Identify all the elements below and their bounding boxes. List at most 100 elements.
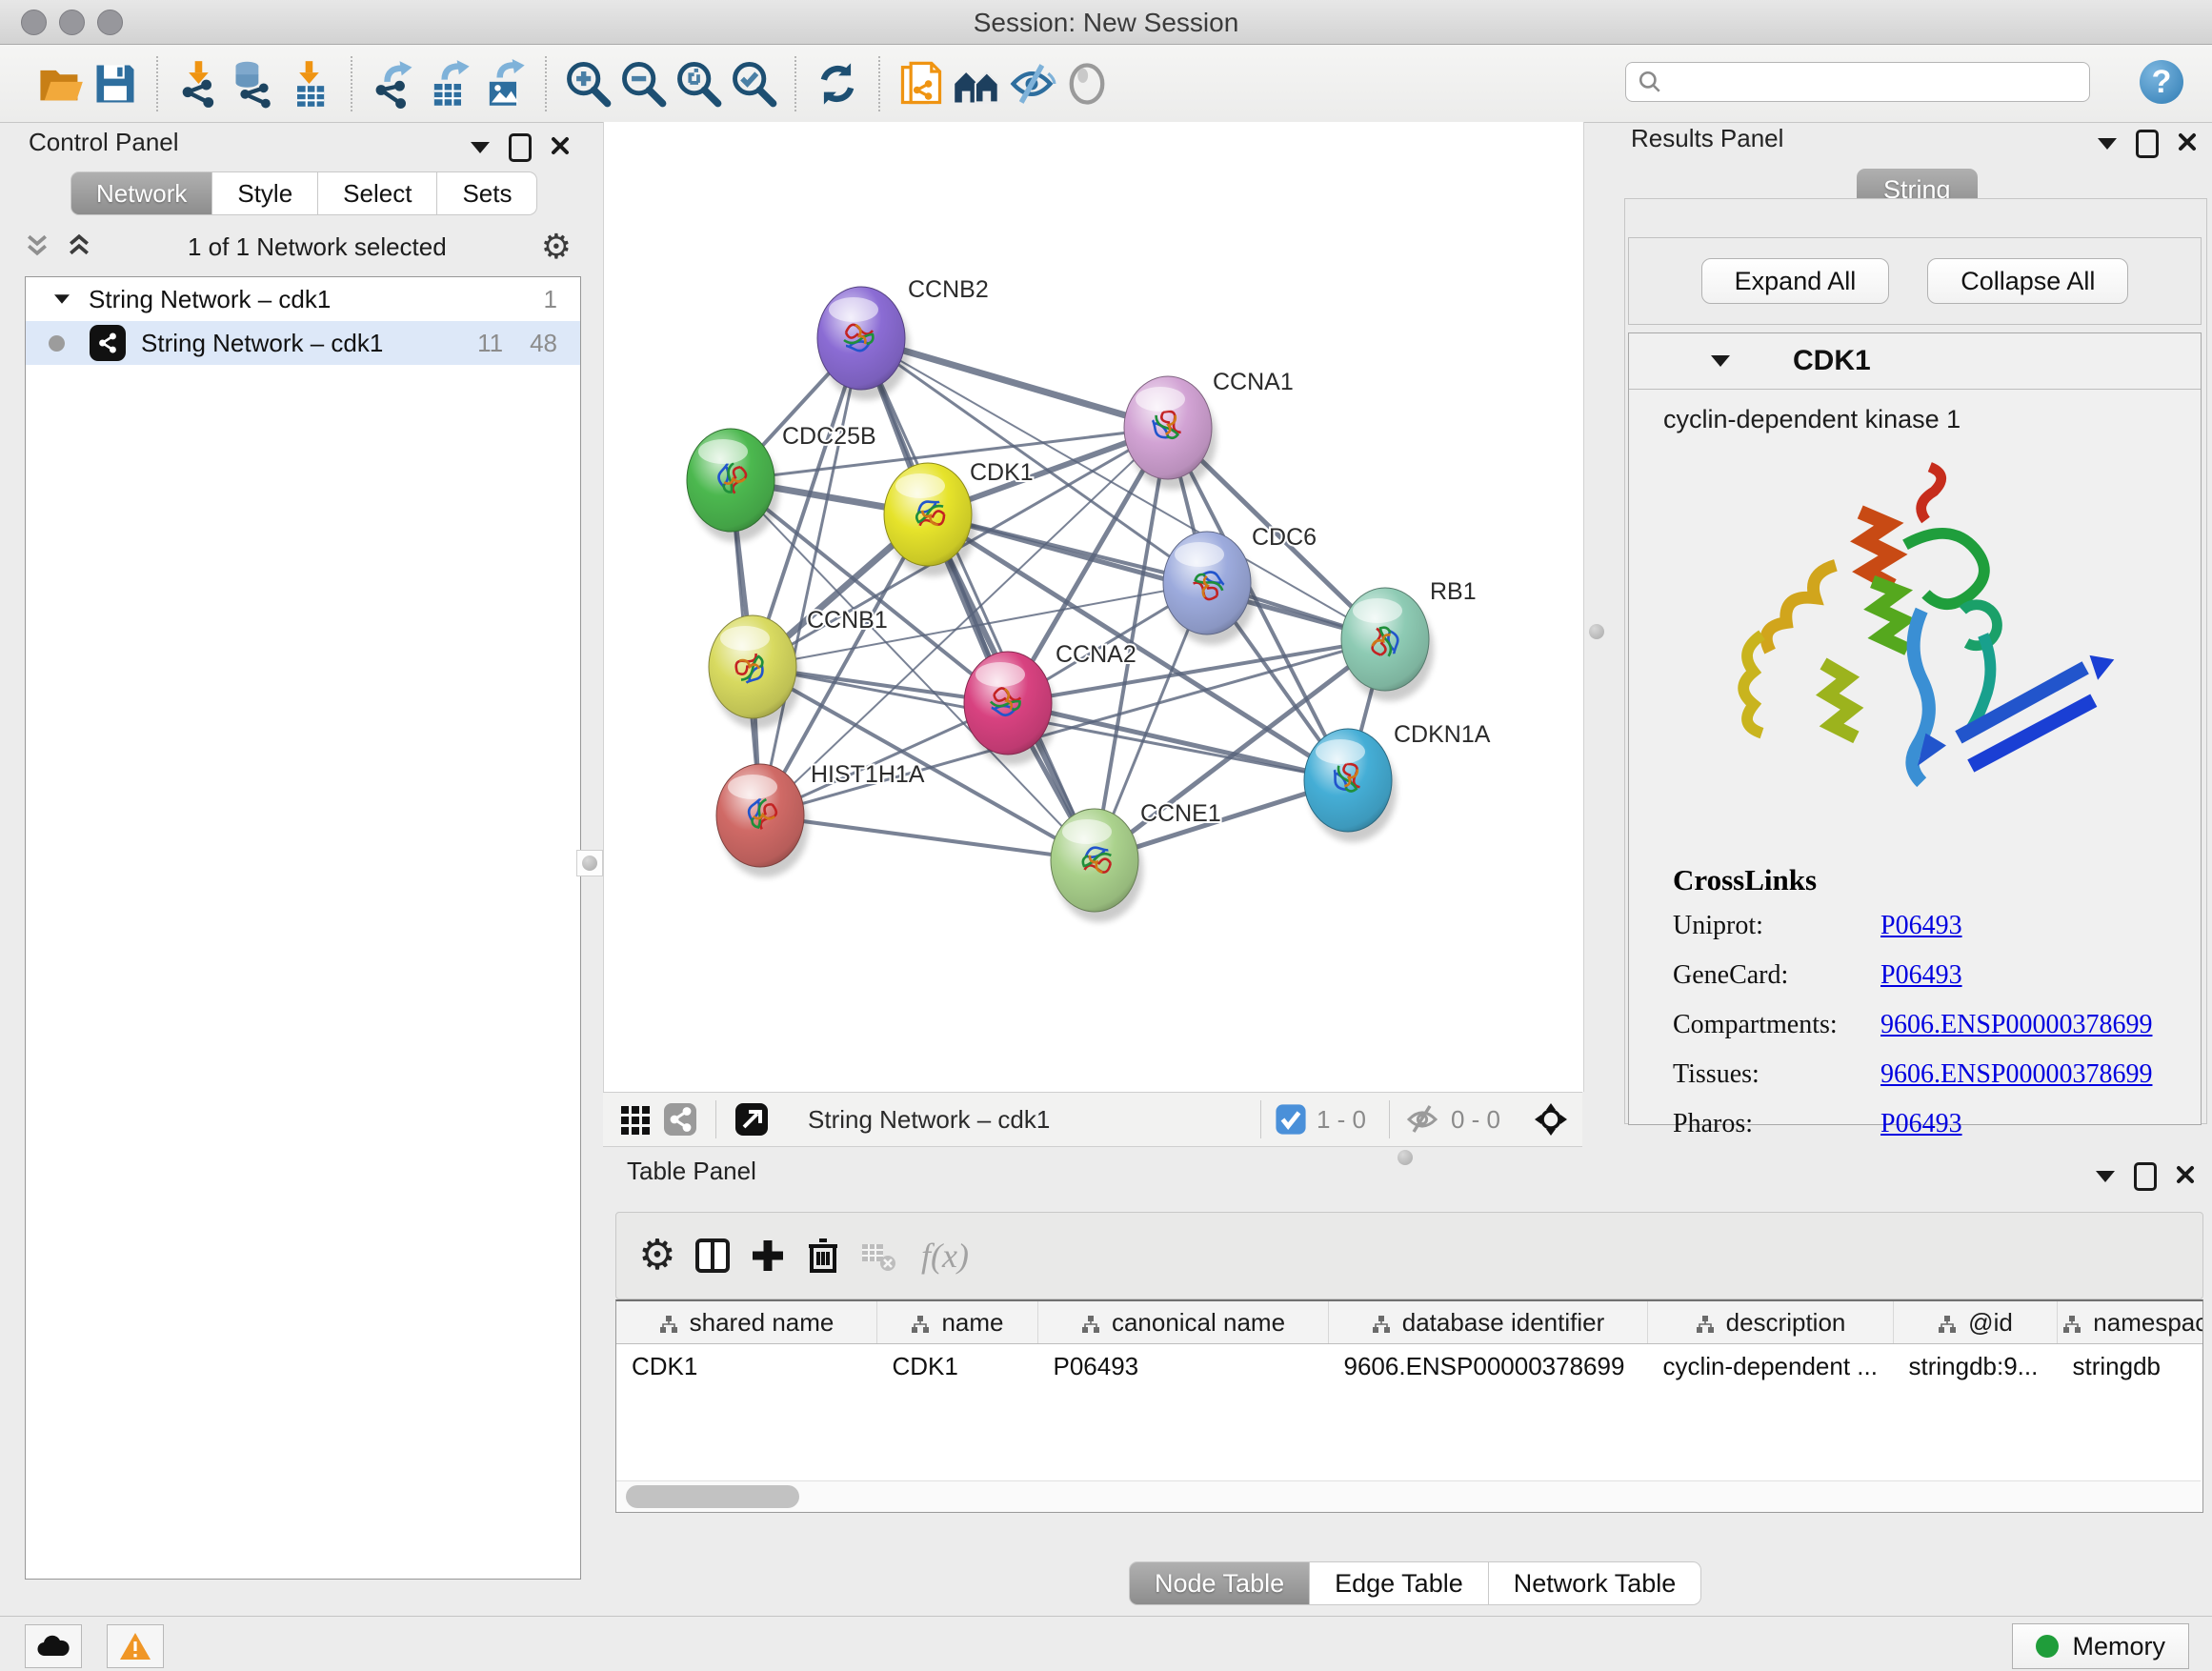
search-box[interactable] bbox=[1625, 62, 2090, 102]
control-panel-tabs: NetworkStyleSelectSets bbox=[70, 171, 537, 215]
export-table-button[interactable] bbox=[421, 56, 476, 111]
zoom-out-button[interactable] bbox=[615, 56, 671, 111]
gear-icon[interactable]: ⚙ bbox=[541, 230, 572, 264]
memory-button[interactable]: Memory bbox=[2012, 1623, 2189, 1669]
table-row[interactable]: CDK1CDK1P064939606.ENSP00000378699cyclin… bbox=[616, 1344, 2203, 1389]
node-label-CCNA2: CCNA2 bbox=[1056, 641, 1136, 668]
network-badge-icon[interactable] bbox=[658, 1097, 702, 1141]
open-session-button[interactable] bbox=[32, 56, 88, 111]
import-table-button[interactable] bbox=[282, 56, 337, 111]
crosslink-value-link[interactable]: P06493 bbox=[1880, 911, 1962, 941]
export-network-button[interactable] bbox=[366, 56, 421, 111]
crosslink-row: Uniprot:P06493 bbox=[1673, 911, 2187, 941]
collection-expand-icon[interactable] bbox=[54, 294, 70, 304]
preview-button[interactable] bbox=[1059, 56, 1115, 111]
current-network-dot-icon bbox=[49, 335, 65, 352]
export-image-button[interactable] bbox=[476, 56, 532, 111]
tab-node-table[interactable]: Node Table bbox=[1129, 1561, 1310, 1605]
tab-sets[interactable]: Sets bbox=[437, 171, 537, 215]
tab-style[interactable]: Style bbox=[212, 171, 318, 215]
network-view-canvas[interactable]: CCNB2CCNA1CDC25BCDK1CDC6RB1CCNB1CCNA2CDK… bbox=[603, 122, 1584, 1092]
selected-checkbox-icon[interactable] bbox=[1275, 1097, 1307, 1141]
crosslink-value-link[interactable]: 9606.ENSP00000378699 bbox=[1880, 1010, 2152, 1040]
panel-menu-icon[interactable] bbox=[471, 142, 490, 153]
right-splitter-handle[interactable] bbox=[1584, 619, 1609, 644]
delete-column-button[interactable] bbox=[795, 1228, 851, 1283]
function-builder-button[interactable]: f(x) bbox=[921, 1236, 969, 1276]
search-icon bbox=[1638, 70, 1662, 94]
column-header-shared-name[interactable]: shared name bbox=[616, 1301, 877, 1344]
tab-select[interactable]: Select bbox=[318, 171, 437, 215]
eye-slash-icon bbox=[1007, 59, 1056, 109]
network-collection-row[interactable]: String Network – cdk1 1 bbox=[26, 277, 580, 321]
left-splitter-handle[interactable] bbox=[576, 850, 603, 876]
column-header--id[interactable]: @id bbox=[1894, 1301, 2058, 1344]
string-documents-button[interactable] bbox=[894, 56, 949, 111]
column-header-name[interactable]: name bbox=[877, 1301, 1038, 1344]
add-column-button[interactable] bbox=[740, 1228, 795, 1283]
export-image-icon bbox=[479, 59, 529, 109]
table-cell[interactable]: stringdb:9... bbox=[1894, 1344, 2058, 1389]
string-network-graph[interactable]: CCNB2CCNA1CDC25BCDK1CDC6RB1CCNB1CCNA2CDK… bbox=[604, 122, 1583, 1092]
show-columns-button[interactable] bbox=[685, 1228, 740, 1283]
crosslink-label: GeneCard: bbox=[1673, 960, 1880, 991]
table-settings-button[interactable]: ⚙ bbox=[630, 1228, 685, 1283]
close-panel-icon[interactable] bbox=[2176, 1165, 2195, 1189]
home-networks-button[interactable] bbox=[949, 56, 1004, 111]
open-in-window-button[interactable] bbox=[730, 1097, 774, 1141]
float-panel-icon[interactable] bbox=[2136, 130, 2159, 158]
birds-eye-toggle-button[interactable] bbox=[1529, 1097, 1573, 1141]
network-edge-CCNB2-HIST1H1A[interactable] bbox=[760, 338, 861, 815]
save-session-button[interactable] bbox=[88, 56, 143, 111]
help-button[interactable]: ? bbox=[2140, 60, 2183, 104]
panel-menu-icon[interactable] bbox=[2096, 1171, 2115, 1182]
warnings-button[interactable] bbox=[107, 1624, 164, 1668]
column-header-database-identifier[interactable]: database identifier bbox=[1329, 1301, 1648, 1344]
close-panel-icon[interactable] bbox=[2178, 132, 2197, 156]
delete-table-button[interactable] bbox=[851, 1228, 906, 1283]
column-header-namespace[interactable]: namespace bbox=[2058, 1301, 2204, 1344]
zoom-selected-button[interactable] bbox=[726, 56, 781, 111]
cloud-status-button[interactable] bbox=[25, 1624, 82, 1668]
float-panel-icon[interactable] bbox=[2134, 1162, 2157, 1191]
crosslink-value-link[interactable]: P06493 bbox=[1880, 1109, 1962, 1139]
network-row[interactable]: String Network – cdk1 11 48 bbox=[26, 321, 580, 365]
close-panel-icon[interactable] bbox=[551, 136, 570, 160]
panel-menu-icon[interactable] bbox=[2098, 138, 2117, 150]
refresh-view-button[interactable] bbox=[810, 56, 865, 111]
collection-count: 1 bbox=[544, 285, 557, 314]
float-panel-icon[interactable] bbox=[509, 133, 532, 162]
collapse-section-icon[interactable] bbox=[1711, 355, 1730, 367]
zoom-fit-button[interactable] bbox=[671, 56, 726, 111]
node-card-header[interactable]: CDK1 bbox=[1629, 333, 2201, 390]
column-header-description[interactable]: description bbox=[1648, 1301, 1894, 1344]
table-cell[interactable]: 9606.ENSP00000378699 bbox=[1329, 1344, 1648, 1389]
hide-selection-button[interactable] bbox=[1004, 56, 1059, 111]
search-input[interactable] bbox=[1662, 68, 2066, 96]
collapse-all-button[interactable]: Collapse All bbox=[1927, 258, 2128, 304]
expand-all-button[interactable]: Expand All bbox=[1701, 258, 1890, 304]
crosslink-value-link[interactable]: P06493 bbox=[1880, 960, 1962, 991]
crosslink-value-link[interactable]: 9606.ENSP00000378699 bbox=[1880, 1059, 2152, 1090]
import-database-button[interactable] bbox=[227, 56, 282, 111]
tab-edge-table[interactable]: Edge Table bbox=[1310, 1561, 1489, 1605]
table-cell[interactable]: CDK1 bbox=[616, 1344, 877, 1389]
import-network-button[interactable] bbox=[171, 56, 227, 111]
column-header-canonical-name[interactable]: canonical name bbox=[1038, 1301, 1329, 1344]
table-cell[interactable]: CDK1 bbox=[877, 1344, 1038, 1389]
tab-network[interactable]: Network bbox=[70, 171, 212, 215]
table-cell[interactable]: cyclin-dependent ... bbox=[1648, 1344, 1894, 1389]
network-edge-CCNA2-CDKN1A[interactable] bbox=[1008, 703, 1348, 780]
grid-view-button[interactable] bbox=[614, 1097, 658, 1141]
zoom-in-button[interactable] bbox=[560, 56, 615, 111]
hidden-eye-icon[interactable] bbox=[1403, 1097, 1441, 1141]
horizontal-scrollbar[interactable] bbox=[616, 1480, 2201, 1512]
network-edge-HIST1H1A-CCNE1[interactable] bbox=[760, 815, 1095, 860]
tab-network-table[interactable]: Network Table bbox=[1489, 1561, 1702, 1605]
node-label-CCNE1: CCNE1 bbox=[1140, 800, 1221, 827]
collapse-all-icon[interactable] bbox=[23, 231, 51, 264]
table-cell[interactable]: P06493 bbox=[1038, 1344, 1329, 1389]
scrollbar-thumb[interactable] bbox=[626, 1485, 799, 1508]
expand-all-icon[interactable] bbox=[65, 231, 93, 264]
table-cell[interactable]: stringdb bbox=[2058, 1344, 2204, 1389]
